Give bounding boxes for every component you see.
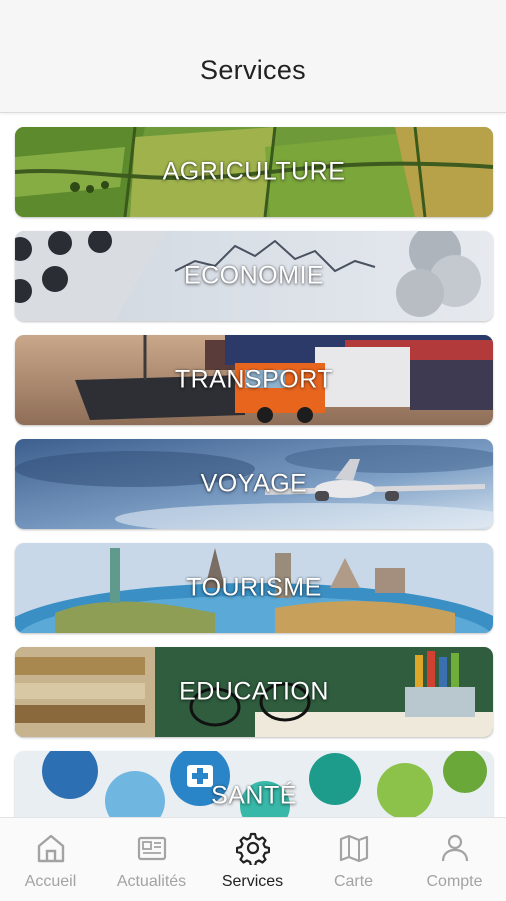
gear-icon	[236, 832, 270, 865]
service-card-sante[interactable]: SANTÉ	[15, 751, 493, 817]
service-label: ECONOMIE	[183, 261, 325, 290]
tab-label: Carte	[333, 873, 374, 890]
tab-label: Actualités	[116, 873, 187, 890]
newspaper-icon	[137, 836, 167, 861]
bottom-tab-bar: Accueil Actualités Services Carte Compte	[0, 817, 506, 901]
page-title: Services	[200, 55, 306, 85]
service-label: AGRICULTURE	[162, 157, 346, 186]
service-card-education[interactable]: EDUCATION	[15, 647, 493, 737]
tab-compte[interactable]: Compte	[404, 818, 505, 901]
tab-label: Accueil	[24, 873, 77, 890]
tab-label: Services	[221, 873, 284, 890]
service-card-economie[interactable]: ECONOMIE	[15, 231, 493, 321]
tab-actualites[interactable]: Actualités	[101, 818, 202, 901]
service-label: EDUCATION	[179, 677, 329, 706]
service-card-voyage[interactable]: VOYAGE	[15, 439, 493, 529]
tab-carte[interactable]: Carte	[303, 818, 404, 901]
home-icon	[37, 834, 65, 863]
service-label: TRANSPORT	[174, 365, 334, 394]
service-card-agriculture[interactable]: AGRICULTURE	[15, 127, 493, 217]
service-label: SANTÉ	[211, 781, 297, 810]
service-label: TOURISME	[186, 573, 322, 602]
service-card-tourisme[interactable]: TOURISME	[15, 543, 493, 633]
services-list[interactable]: AGRICULTURE ECONOMIE TRANSPORT VOYAGE TO…	[0, 113, 506, 817]
tab-accueil[interactable]: Accueil	[0, 818, 101, 901]
app-header: Services	[0, 0, 506, 113]
tab-services[interactable]: Services	[202, 818, 303, 901]
tab-label: Compte	[426, 873, 483, 890]
service-card-transport[interactable]: TRANSPORT	[15, 335, 493, 425]
service-label: VOYAGE	[200, 469, 308, 498]
user-icon	[441, 834, 469, 862]
map-icon	[339, 834, 369, 863]
